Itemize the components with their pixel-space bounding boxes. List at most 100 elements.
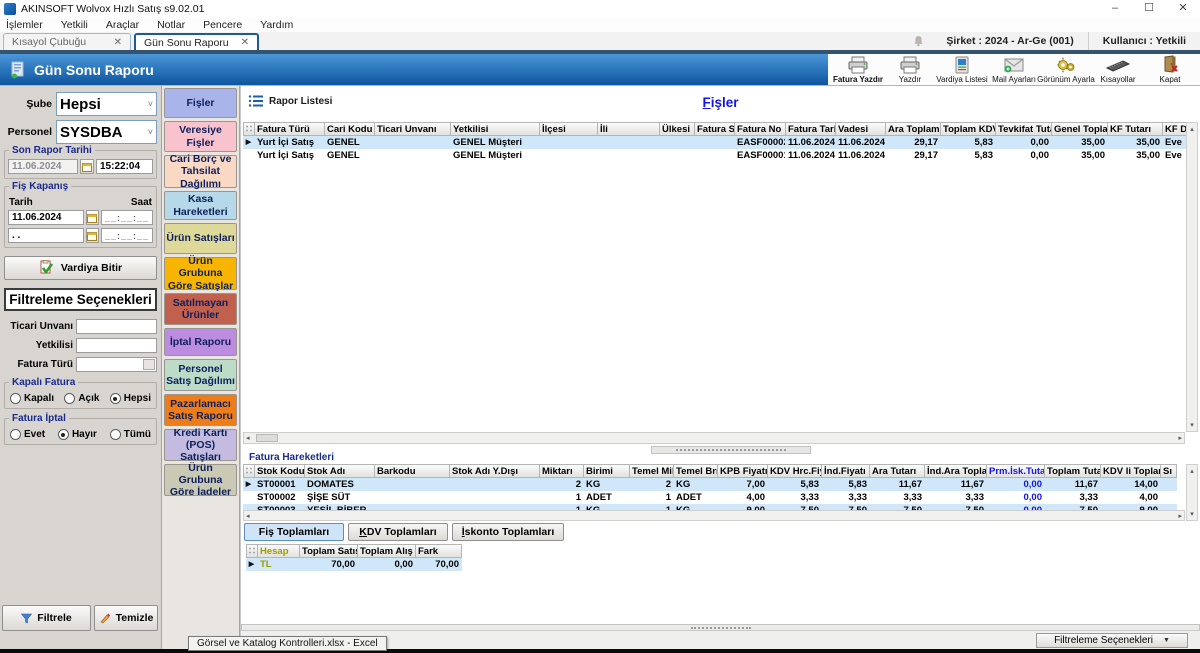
menu-item-araçlar[interactable]: Araçlar — [106, 19, 139, 31]
calendar-icon[interactable] — [86, 228, 99, 243]
toolbar-button-kapat[interactable]: Kapat — [1144, 56, 1196, 84]
report-button-kasa-hareketleri[interactable]: Kasa Hareketleri — [164, 191, 237, 220]
column-header-genel-toplam[interactable]: Genel Toplam — [1052, 122, 1108, 136]
scroll-up-icon[interactable]: ▴ — [1190, 467, 1194, 475]
column-header-toplam-kdv[interactable]: Toplam KDV — [941, 122, 996, 136]
restore-button[interactable]: ☐ — [1132, 0, 1166, 17]
menu-item-yardım[interactable]: Yardım — [260, 19, 293, 31]
last-report-date-field[interactable]: 11.06.2024 — [8, 159, 78, 174]
scroll-down-icon[interactable]: ▾ — [1190, 510, 1194, 518]
menu-item-notlar[interactable]: Notlar — [157, 19, 185, 31]
column-header-toplam-satış[interactable]: Toplam Satış — [300, 544, 358, 558]
scroll-right-icon[interactable]: ▸ — [1178, 512, 1182, 520]
report-button-i-ptal-raporu[interactable]: İptal Raporu — [164, 328, 237, 356]
scroll-left-icon[interactable]: ◂ — [246, 434, 250, 442]
scroll-left-icon[interactable]: ◂ — [246, 512, 250, 520]
column-header-kpb-fiyatı[interactable]: KPB Fiyatı — [718, 464, 768, 478]
toolbar-button-fatura-yazdır[interactable]: Fatura Yazdır — [832, 56, 884, 84]
column-header-toplam-alış[interactable]: Toplam Alış — [358, 544, 416, 558]
tab-close-icon[interactable]: ✕ — [233, 37, 249, 48]
calendar-icon[interactable] — [80, 159, 94, 174]
toolbar-button-yazdır[interactable]: Yazdır — [884, 56, 936, 84]
cancel-invoice-option-evet[interactable]: Evet — [10, 429, 45, 440]
column-header-barkodu[interactable]: Barkodu — [375, 464, 450, 478]
filter-button[interactable]: Filtrele — [2, 605, 91, 631]
table-row[interactable]: ▶Yurt İçi SatışGENELGENEL MüşteriEASF000… — [243, 136, 1189, 149]
column-header-ara-tutarı[interactable]: Ara Tutarı — [870, 464, 925, 478]
tab-gün-sonu-raporu[interactable]: Gün Sonu Raporu✕ — [134, 33, 259, 50]
column-header-prm-i-sk-tutarı[interactable]: Prm.İsk.Tutarı — [987, 464, 1045, 478]
report-button-kredi-kartı-pos-satışları[interactable]: Kredi Kartı (POS) Satışları — [164, 429, 237, 461]
table-row[interactable]: ST00002ŞİŞE SÜT1ADET1ADET4,003,333,333,3… — [243, 491, 1177, 504]
report-button-ürün-grubuna-göre-satışlar[interactable]: Ürün Grubuna Göre Satışlar — [164, 257, 237, 290]
column-header-hesap[interactable]: Hesap — [258, 544, 300, 558]
column-header-ara-toplam[interactable]: Ara Toplam — [886, 122, 941, 136]
scroll-up-icon[interactable]: ▴ — [1190, 125, 1194, 133]
table-row[interactable]: ▶TL70,000,0070,00 — [246, 558, 462, 571]
table-row[interactable]: ▶ST00001DOMATES2KG2KG7,005,835,8311,6711… — [243, 478, 1177, 491]
cancel-invoice-option-hayır[interactable]: Hayır — [58, 429, 97, 440]
tab-kısayol-çubuğu[interactable]: Kısayol Çubuğu✕ — [3, 33, 131, 50]
calendar-icon[interactable] — [86, 210, 99, 225]
menu-item-pencere[interactable]: Pencere — [203, 19, 242, 31]
closing-date-field-1[interactable]: 11.06.2024 — [8, 210, 84, 225]
menu-item-i̇şlemler[interactable]: İşlemler — [6, 19, 43, 31]
lookup-button[interactable] — [143, 359, 155, 370]
filter-input-ticari-unvanı[interactable] — [76, 319, 157, 334]
toolbar-button-görünüm-ayarla[interactable]: Görünüm Ayarla — [1040, 56, 1092, 84]
report-button-cari-borç-ve-tahsilat-dağılımı[interactable]: Cari Borç ve Tahsilat Dağılımı — [164, 155, 237, 188]
report-button-veresiye-fişler[interactable]: Veresiye Fişler — [164, 121, 237, 152]
totals-tab-fiş-toplamları[interactable]: Fiş Toplamları — [244, 523, 344, 541]
scroll-down-icon[interactable]: ▾ — [1190, 421, 1194, 429]
closed-invoice-option-hepsi[interactable]: Hepsi — [110, 393, 151, 404]
last-report-time-field[interactable]: 15:22:04 — [96, 159, 153, 174]
close-button[interactable]: ✕ — [1166, 0, 1200, 17]
column-header-tevkifat-tutarı[interactable]: Tevkifat Tutarı — [996, 122, 1052, 136]
column-header-fark[interactable]: Fark — [416, 544, 462, 558]
column-header-i-li[interactable]: İli — [598, 122, 660, 136]
filter-input-fatura-türü[interactable] — [76, 357, 157, 372]
report-button-personel-satış-dağılımı[interactable]: Personel Satış Dağılımı — [164, 359, 237, 391]
personnel-select[interactable]: SYSDBA ˅ — [56, 120, 157, 144]
toolbar-button-vardiya-listesi[interactable]: Vardiya Listesi — [936, 56, 988, 84]
totals-tab-kdv-toplamları[interactable]: KDV Toplamları — [348, 523, 448, 541]
movements-hscrollbar[interactable]: ◂▸ — [243, 510, 1185, 521]
column-header-fatura-türü[interactable]: Fatura Türü — [255, 122, 325, 136]
column-header-ülkesi[interactable]: Ülkesi — [660, 122, 695, 136]
closing-time-field-1[interactable]: __:__:__ — [101, 210, 153, 225]
column-header-i-nd-ara-toplam[interactable]: İnd.Ara Toplam — [925, 464, 987, 478]
scroll-thumb[interactable] — [256, 434, 278, 442]
report-button-pazarlamacı-satış-raporu[interactable]: Pazarlamacı Satış Raporu — [164, 394, 237, 426]
end-shift-button[interactable]: Vardiya Bitir — [4, 256, 157, 280]
report-button-fişler[interactable]: Fişler — [164, 88, 237, 118]
column-header-kdv-li-toplam[interactable]: KDV li Toplam — [1101, 464, 1161, 478]
cancel-invoice-option-tümü[interactable]: Tümü — [110, 429, 151, 440]
column-header-fatura-tarihi[interactable]: Fatura Tarihi — [786, 122, 836, 136]
column-header-i-lçesi[interactable]: İlçesi — [540, 122, 598, 136]
scroll-right-icon[interactable]: ▸ — [1178, 434, 1182, 442]
report-button-ürün-grubuna-göre-i-adeler[interactable]: Ürün Grubuna Göre İadeler — [164, 464, 237, 496]
column-header-kdv-hrc-fiyat[interactable]: KDV Hrc.Fiyat — [768, 464, 822, 478]
invoice-vscrollbar[interactable]: ▴▾ — [1186, 122, 1198, 432]
closed-invoice-option-açık[interactable]: Açık — [64, 393, 99, 404]
column-header-fatura-no[interactable]: Fatura No — [735, 122, 786, 136]
branch-select[interactable]: Hepsi ˅ — [56, 92, 157, 116]
minimize-button[interactable]: – — [1098, 0, 1132, 17]
closing-time-field-2[interactable]: __:__:__ — [101, 228, 153, 243]
column-header-temel-brm-[interactable]: Temel Brm. — [674, 464, 718, 478]
column-header-yetkilisi[interactable]: Yetkilisi — [451, 122, 540, 136]
clear-button[interactable]: Temizle — [94, 605, 158, 631]
report-button-ürün-satışları[interactable]: Ürün Satışları — [164, 223, 237, 254]
table-row[interactable]: Yurt İçi SatışGENELGENEL MüşteriEASF0000… — [243, 149, 1189, 162]
panel-splitter[interactable] — [651, 446, 811, 454]
column-header-fatura-seri[interactable]: Fatura Seri — [695, 122, 735, 136]
invoice-hscrollbar[interactable]: ◂▸ — [243, 432, 1185, 444]
column-header-vadesi[interactable]: Vadesi — [836, 122, 886, 136]
toolbar-button-mail-ayarları[interactable]: Mail Ayarları — [988, 56, 1040, 84]
column-header-stok-adı-y-dışı[interactable]: Stok Adı Y.Dışı — [450, 464, 540, 478]
totals-tab-i̇skonto-toplamları[interactable]: İskonto Toplamları — [452, 523, 564, 541]
movements-vscrollbar[interactable]: ▴▾ — [1186, 464, 1198, 521]
column-header-toplam-tutar[interactable]: Toplam Tutar — [1045, 464, 1101, 478]
filter-options-button[interactable]: Filtreleme Seçenekleri ▼ — [1036, 633, 1188, 648]
tab-close-icon[interactable]: ✕ — [106, 37, 122, 48]
